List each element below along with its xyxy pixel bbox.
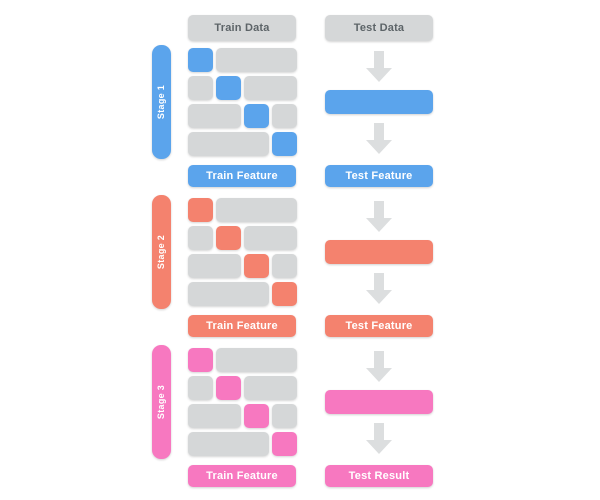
stage-label-text: Stage 1 [156, 84, 167, 120]
fold-cell-train [216, 48, 297, 72]
fold-cell-train [244, 226, 297, 250]
fold-cell-train [272, 104, 297, 128]
train-data-header: Train Data [188, 15, 296, 41]
arrow-down-to-test-feature-2 [362, 272, 396, 306]
fold-cell-holdout [188, 348, 213, 372]
stage-label-text: Stage 3 [156, 384, 167, 420]
fold-cell-holdout [244, 404, 269, 428]
arrow-down-to-test-feature-3 [362, 422, 396, 456]
test-feature-bar-2: Test Feature [325, 315, 433, 337]
fold-cell-holdout [216, 76, 241, 100]
arrow-down-to-model-2 [362, 200, 396, 234]
model-bar-1 [325, 90, 433, 114]
train-feature-bar-1: Train Feature [188, 165, 296, 187]
train-feature-bar-3: Train Feature [188, 465, 296, 487]
fold-cell-train [244, 376, 297, 400]
fold-cell-holdout [216, 376, 241, 400]
fold-cell-holdout [244, 104, 269, 128]
fold-cell-holdout [188, 48, 213, 72]
fold-cell-train [188, 404, 241, 428]
fold-cell-holdout [272, 282, 297, 306]
fold-cell-train [272, 404, 297, 428]
model-bar-2 [325, 240, 433, 264]
fold-cell-train [188, 132, 269, 156]
test-data-header: Test Data [325, 15, 433, 41]
fold-cell-holdout [216, 226, 241, 250]
fold-cell-train [188, 104, 241, 128]
fold-cell-train [188, 76, 213, 100]
model-bar-3 [325, 390, 433, 414]
stage-label-1: Stage 1 [152, 45, 171, 159]
stage-label-text: Stage 2 [156, 234, 167, 270]
fold-cell-train [188, 376, 213, 400]
stage-label-2: Stage 2 [152, 195, 171, 309]
stage-label-3: Stage 3 [152, 345, 171, 459]
fold-cell-train [188, 432, 269, 456]
arrow-down-to-test-feature-1 [362, 122, 396, 156]
fold-cell-train [244, 76, 297, 100]
fold-cell-train [188, 226, 213, 250]
test-feature-bar-3: Test Result [325, 465, 433, 487]
fold-cell-holdout [272, 432, 297, 456]
arrow-down-to-model-1 [362, 50, 396, 84]
fold-cell-holdout [244, 254, 269, 278]
fold-cell-train [272, 254, 297, 278]
fold-cell-train [216, 198, 297, 222]
fold-cell-train [188, 282, 269, 306]
arrow-down-to-model-3 [362, 350, 396, 384]
pipeline-diagram: Train Data Test Data Stage 1 Train Feature T… [0, 0, 600, 500]
test-feature-bar-1: Test Feature [325, 165, 433, 187]
fold-cell-holdout [188, 198, 213, 222]
fold-cell-train [216, 348, 297, 372]
train-feature-bar-2: Train Feature [188, 315, 296, 337]
fold-cell-train [188, 254, 241, 278]
fold-cell-holdout [272, 132, 297, 156]
